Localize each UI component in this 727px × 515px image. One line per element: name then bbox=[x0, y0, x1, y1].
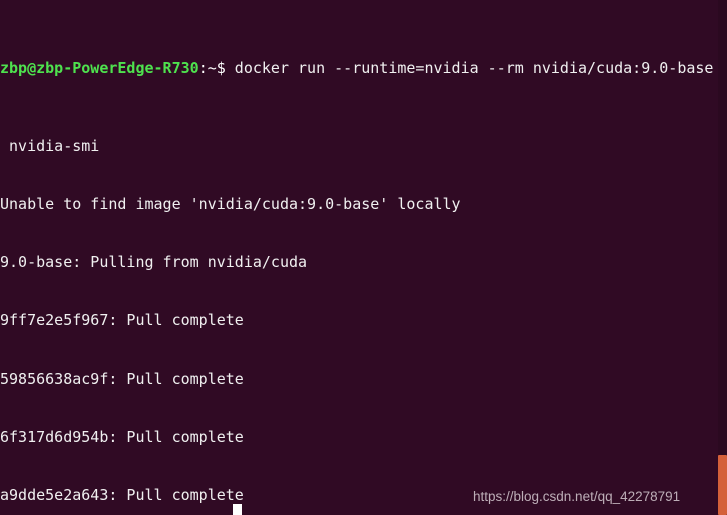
output-line: a9dde5e2a643: Pull complete bbox=[0, 486, 244, 505]
terminal-window[interactable]: zbp@zbp-PowerEdge-R730:~$ docker run --r… bbox=[0, 0, 727, 515]
output-line: 9.0-base: Pulling from nvidia/cuda bbox=[0, 253, 308, 272]
text-cursor bbox=[233, 504, 242, 515]
prompt-separator: : bbox=[198, 59, 208, 78]
scrollbar-thumb[interactable] bbox=[718, 455, 727, 515]
prompt-user-host: zbp@zbp-PowerEdge-R730 bbox=[0, 59, 199, 78]
scrollbar-track[interactable] bbox=[718, 0, 727, 515]
output-line: 9ff7e2e5f967: Pull complete bbox=[0, 311, 244, 330]
prompt-sigil: $ bbox=[216, 59, 226, 78]
output-line: 6f317d6d954b: Pull complete bbox=[0, 427, 244, 446]
output-line: 59856638ac9f: Pull complete bbox=[0, 369, 244, 388]
prompt-path: ~ bbox=[207, 59, 217, 78]
output-line: nvidia-smi bbox=[0, 136, 100, 155]
command-input[interactable]: docker run --runtime=nvidia --rm nvidia/… bbox=[226, 59, 714, 77]
prompt-line: zbp@zbp-PowerEdge-R730:~$ docker run --r… bbox=[0, 59, 727, 78]
output-line: Unable to find image 'nvidia/cuda:9.0-ba… bbox=[0, 195, 461, 214]
terminal-screen[interactable]: zbp@zbp-PowerEdge-R730:~$ docker run --r… bbox=[0, 1, 727, 515]
